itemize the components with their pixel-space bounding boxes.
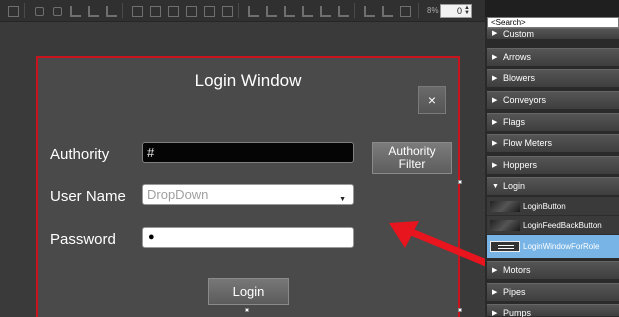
category-label: Custom — [503, 29, 535, 39]
toolbar-distribute-h-icon[interactable] — [300, 4, 313, 17]
resize-handle[interactable] — [458, 180, 462, 184]
toolbar-redo-icon[interactable] — [86, 4, 99, 17]
category-blowers[interactable]: ▶ Blowers — [487, 69, 619, 88]
category-pumps[interactable]: ▶ Pumps — [487, 304, 619, 317]
toolbar-undo-icon[interactable] — [68, 4, 81, 17]
authority-label: Authority — [50, 146, 110, 163]
category-motors[interactable]: ▶ Motors — [487, 261, 619, 280]
chevron-down-icon: ▼ — [339, 196, 346, 203]
toolbar-same-width-icon[interactable] — [336, 4, 349, 17]
username-label: User Name — [50, 188, 126, 205]
toolbar-align-top-icon[interactable] — [246, 4, 259, 17]
category-label: Hoppers — [503, 160, 538, 170]
toolbar-bring-front-icon[interactable] — [184, 4, 197, 17]
toolbar-align-middle-icon[interactable] — [264, 4, 277, 17]
category-pipes[interactable]: ▶ Pipes — [487, 283, 619, 302]
toolbox-item-label: LoginWindowForRole — [523, 242, 600, 251]
toolbar-separator — [122, 3, 123, 18]
toolbox-item-label: LoginFeedBackButton — [523, 221, 602, 230]
authority-input[interactable]: # — [142, 142, 354, 163]
category-label: Arrows — [503, 52, 532, 62]
category-label: Flags — [503, 117, 526, 127]
zoom-value: 0 — [456, 6, 462, 16]
category-flags[interactable]: ▶ Flags — [487, 113, 619, 132]
toolbar-align-center-icon[interactable] — [148, 4, 161, 17]
toolbox-item-login-feedback-button[interactable]: LoginFeedBackButton — [487, 216, 619, 235]
username-placeholder: DropDown — [147, 187, 209, 202]
expand-arrow-icon: ▶ — [492, 75, 498, 82]
expand-arrow-icon: ▶ — [492, 267, 498, 274]
category-label: Conveyors — [503, 95, 547, 105]
expand-arrow-icon: ▶ — [492, 140, 498, 147]
category-label: Pumps — [503, 308, 532, 317]
toolbar-send-back-icon[interactable] — [202, 4, 215, 17]
login-button[interactable]: Login — [208, 278, 289, 305]
window-thumbnail-icon — [490, 241, 520, 252]
annotation-arrow-icon — [389, 221, 495, 269]
category-label: Flow Meters — [503, 138, 553, 148]
toolbar-align-right-icon[interactable] — [166, 4, 179, 17]
widget-thumbnail-icon — [490, 201, 520, 212]
zoom-stepper[interactable]: 0 ▲ ▼ — [440, 4, 472, 18]
toolbar-separator — [24, 3, 25, 18]
expand-arrow-icon: ▶ — [492, 310, 498, 317]
toolbar-run-icon[interactable] — [6, 4, 19, 17]
toolbox-header — [485, 0, 619, 17]
username-dropdown[interactable]: DropDown ▼ — [142, 184, 354, 205]
toolbox-item-label: LoginButton — [523, 202, 566, 211]
category-arrows[interactable]: ▶ Arrows — [487, 48, 619, 67]
category-label: Pipes — [503, 287, 526, 297]
toolbar-same-size-icon[interactable] — [380, 4, 393, 17]
category-label: Login — [503, 181, 526, 191]
expand-arrow-icon: ▶ — [492, 30, 498, 37]
category-login[interactable]: ▼ Login — [487, 177, 619, 196]
resize-handle[interactable] — [245, 308, 249, 312]
zoom-label: 8% — [427, 6, 439, 15]
toolbar-copy-icon[interactable] — [32, 4, 45, 17]
authority-filter-label: Authority Filter — [388, 144, 436, 171]
authority-filter-button[interactable]: Authority Filter — [372, 142, 452, 174]
widget-thumbnail-icon — [490, 220, 520, 231]
password-label: Password — [50, 231, 116, 248]
design-canvas[interactable]: Login Window × Authority # Authority Fil… — [0, 22, 495, 317]
toolbar-align-left-icon[interactable] — [130, 4, 143, 17]
toolbar-separator — [238, 3, 239, 18]
toolbar-grid-icon[interactable] — [398, 4, 411, 17]
expand-arrow-icon: ▶ — [492, 54, 498, 61]
password-input[interactable]: ● — [142, 227, 354, 248]
expand-arrow-icon: ▶ — [492, 119, 498, 126]
toolbar-paste-icon[interactable] — [50, 4, 63, 17]
category-conveyors[interactable]: ▶ Conveyors — [487, 91, 619, 110]
expand-arrow-icon: ▶ — [492, 97, 498, 104]
collapse-arrow-icon: ▼ — [492, 183, 499, 190]
toolbar-group-icon[interactable] — [220, 4, 233, 17]
category-hoppers[interactable]: ▶ Hoppers — [487, 156, 619, 175]
expand-arrow-icon: ▶ — [492, 162, 498, 169]
expand-arrow-icon: ▶ — [492, 289, 498, 296]
editor-toolbar: 8% 0 ▲ ▼ — [0, 0, 485, 22]
close-button[interactable]: × — [418, 86, 446, 114]
category-custom[interactable]: ▶ Custom — [487, 28, 619, 40]
toolbox-search-input[interactable]: <Search> — [487, 17, 619, 28]
toolbar-align-bottom-icon[interactable] — [282, 4, 295, 17]
toolbar-separator — [418, 3, 419, 18]
toolbar-separator — [354, 3, 355, 18]
toolbox-item-login-button[interactable]: LoginButton — [487, 197, 619, 216]
toolbar-same-height-icon[interactable] — [362, 4, 375, 17]
toolbox-panel: <Search> ▶ Custom ▶ Arrows ▶ Blowers ▶ C… — [485, 0, 619, 317]
toolbox-item-login-window-for-role[interactable]: LoginWindowForRole — [487, 235, 619, 259]
window-title: Login Window — [194, 71, 302, 90]
category-label: Motors — [503, 265, 531, 275]
spin-arrows-icon[interactable]: ▲ ▼ — [464, 5, 470, 16]
toolbar-distribute-v-icon[interactable] — [318, 4, 331, 17]
category-label: Blowers — [503, 73, 536, 83]
resize-handle[interactable] — [458, 308, 462, 312]
toolbar-rotate-icon[interactable] — [104, 4, 117, 17]
category-flow-meters[interactable]: ▶ Flow Meters — [487, 134, 619, 153]
